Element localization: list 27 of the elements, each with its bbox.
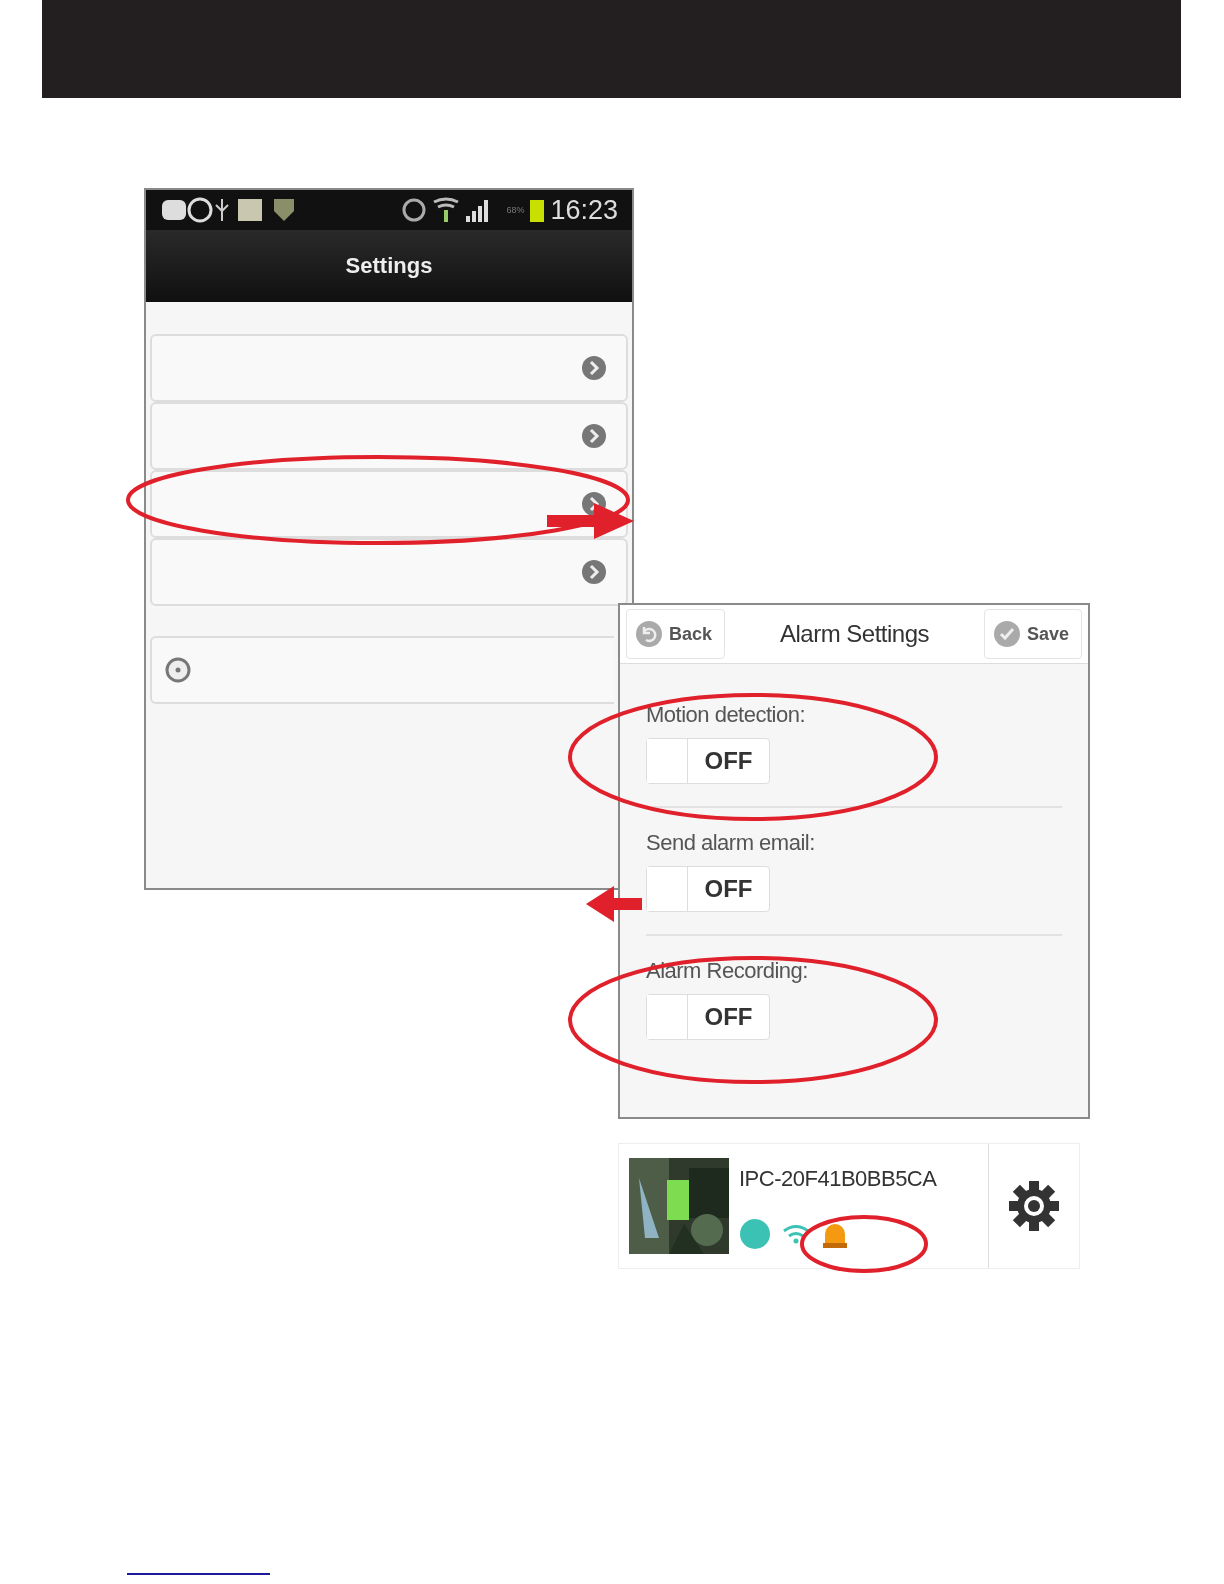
settings-row[interactable] xyxy=(150,470,628,538)
toggle-switch[interactable]: OFF xyxy=(646,866,770,912)
battery-icon xyxy=(530,198,545,222)
toggle-switch[interactable]: OFF xyxy=(646,994,770,1040)
settings-row[interactable] xyxy=(150,538,628,606)
globe-icon xyxy=(739,1218,771,1250)
chevron-circle-icon xyxy=(580,558,608,586)
settings-row[interactable] xyxy=(150,402,628,470)
clock-time: 16:23 xyxy=(550,194,618,226)
screen-title: Alarm Settings xyxy=(779,620,929,648)
chevron-circle-icon xyxy=(580,354,608,382)
chevron-circle-icon xyxy=(580,422,608,450)
wifi-icon xyxy=(781,1223,811,1245)
back-icon xyxy=(635,620,663,648)
option-label: Motion detection: xyxy=(646,702,806,728)
battery-percent: 68% xyxy=(506,205,525,215)
save-button[interactable]: Save xyxy=(983,609,1082,659)
pointer-arrow xyxy=(586,886,642,922)
device-name: IPC-20F41B0BB5CA xyxy=(739,1166,938,1192)
check-icon xyxy=(992,620,1021,648)
screen-title: Settings xyxy=(345,253,433,279)
back-button[interactable]: Back xyxy=(626,609,726,659)
settings-icon[interactable] xyxy=(1008,1180,1060,1232)
toggle-switch[interactable]: OFF xyxy=(646,738,770,784)
option-label: Send alarm email: xyxy=(646,830,815,856)
device-card[interactable]: IPC-20F41B0BB5CA xyxy=(618,1143,1080,1269)
radio-icon xyxy=(164,656,192,684)
